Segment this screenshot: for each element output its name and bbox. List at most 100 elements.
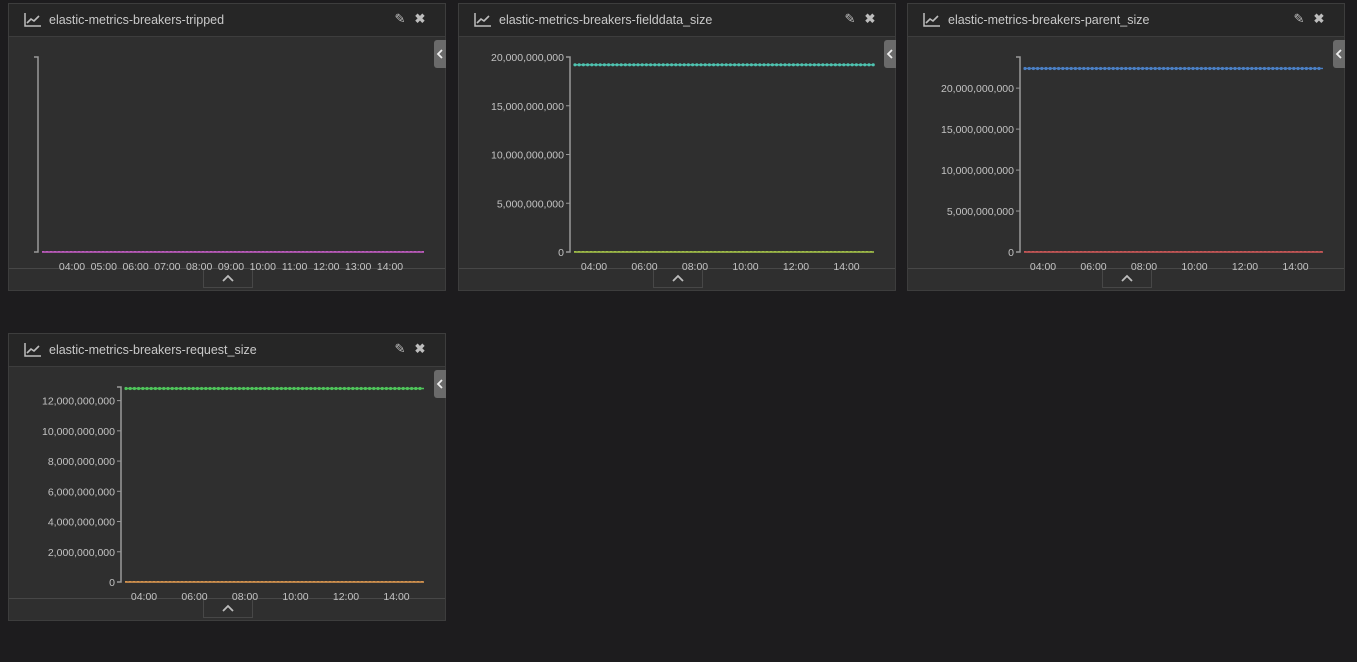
data-point: [833, 63, 837, 67]
data-point: [174, 386, 178, 391]
data-point: [153, 386, 157, 391]
y-tick-label: 10,000,000,000: [42, 426, 115, 438]
data-point: [1124, 66, 1128, 71]
data-point: [1090, 66, 1094, 71]
data-point: [342, 386, 346, 391]
data-point: [1246, 66, 1250, 71]
data-point: [745, 63, 749, 67]
data-point: [703, 63, 707, 67]
data-point: [1040, 66, 1044, 71]
pencil-icon[interactable]: ✎: [1292, 11, 1306, 27]
close-icon[interactable]: ✖: [1312, 11, 1326, 27]
data-point: [300, 386, 304, 391]
x-tick-label: 11:00: [282, 261, 308, 272]
data-point: [279, 386, 283, 391]
data-point: [200, 386, 204, 391]
data-point: [1212, 66, 1216, 71]
chevron-up-icon: [1121, 274, 1133, 282]
data-point: [1199, 66, 1203, 71]
data-point: [1094, 66, 1098, 71]
data-point: [644, 63, 648, 67]
x-tick-label: 08:00: [682, 261, 708, 272]
expand-panel-button[interactable]: [653, 270, 703, 288]
panel-title: elastic-metrics-breakers-fielddata_size: [499, 13, 713, 27]
x-tick-label: 14:00: [377, 261, 403, 272]
chevron-up-icon: [672, 274, 684, 282]
y-tick-label: 0: [558, 247, 564, 259]
data-point: [389, 386, 393, 391]
data-point: [1262, 66, 1266, 71]
data-point: [275, 386, 279, 391]
y-tick-label: 10,000,000,000: [491, 150, 564, 162]
data-point: [573, 63, 577, 67]
y-axis: [117, 386, 122, 583]
data-point: [330, 386, 334, 391]
data-point: [359, 386, 363, 391]
data-point: [817, 63, 821, 67]
expand-panel-button[interactable]: [203, 600, 253, 618]
panel-title: elastic-metrics-breakers-request_size: [49, 343, 257, 357]
x-tick-label: 08:00: [186, 261, 212, 272]
data-point: [1103, 66, 1107, 71]
data-point: [766, 63, 770, 67]
x-tick-label: 12:00: [1232, 261, 1258, 272]
data-point: [1048, 66, 1052, 71]
data-point: [661, 63, 665, 67]
pencil-icon[interactable]: ✎: [843, 11, 857, 27]
data-point: [1162, 66, 1166, 71]
data-point: [254, 386, 258, 391]
close-icon[interactable]: ✖: [413, 341, 427, 357]
panel-header: elastic-metrics-breakers-parent_size ✎ ✖: [908, 4, 1344, 37]
data-point: [754, 63, 758, 67]
pencil-icon[interactable]: ✎: [393, 341, 407, 357]
data-point: [825, 63, 829, 67]
expand-panel-button[interactable]: [1102, 270, 1152, 288]
y-tick-label: 0: [1008, 247, 1014, 259]
data-point: [355, 386, 359, 391]
data-point: [1258, 66, 1262, 71]
data-point: [850, 63, 854, 67]
data-point: [284, 386, 288, 391]
data-point: [1191, 66, 1195, 71]
data-point: [1237, 66, 1241, 71]
expand-panel-button[interactable]: [203, 270, 253, 288]
pencil-icon[interactable]: ✎: [393, 11, 407, 27]
data-point: [678, 63, 682, 67]
data-point: [1166, 66, 1170, 71]
data-point: [1157, 66, 1161, 71]
chart-plot: 0 5,000,000,000 10,000,000,000 15,000,000,0…: [491, 52, 875, 272]
data-point: [695, 63, 699, 67]
data-point: [1107, 66, 1111, 71]
close-icon[interactable]: ✖: [863, 11, 877, 27]
data-point: [586, 63, 590, 67]
y-tick-label: 10,000,000,000: [941, 165, 1014, 177]
x-tick-label: 12:00: [333, 591, 359, 602]
data-point: [237, 386, 241, 391]
data-point: [1036, 66, 1040, 71]
x-tick-label: 05:00: [91, 261, 117, 272]
data-point: [246, 386, 250, 391]
series-line: [125, 581, 424, 583]
close-icon[interactable]: ✖: [413, 11, 427, 27]
data-point: [313, 386, 317, 391]
data-point: [1292, 66, 1296, 71]
data-point: [1279, 66, 1283, 71]
data-point: [166, 386, 170, 391]
y-tick-label: 5,000,000,000: [947, 206, 1014, 218]
y-tick-label: 0: [109, 577, 115, 589]
data-point: [716, 63, 720, 67]
panel-header: elastic-metrics-breakers-request_size ✎ …: [9, 334, 445, 367]
y-tick-label: 4,000,000,000: [48, 517, 115, 529]
data-point: [405, 386, 409, 391]
data-point: [636, 63, 640, 67]
line-chart-icon: [24, 13, 42, 27]
y-tick-label: 15,000,000,000: [491, 101, 564, 113]
y-tick-label: 12,000,000,000: [42, 396, 115, 408]
data-point: [602, 63, 606, 67]
data-point: [863, 63, 867, 67]
data-point: [1183, 66, 1187, 71]
data-point: [258, 386, 262, 391]
data-point: [183, 386, 187, 391]
x-tick-label: 07:00: [154, 261, 180, 272]
data-point: [1220, 66, 1224, 71]
